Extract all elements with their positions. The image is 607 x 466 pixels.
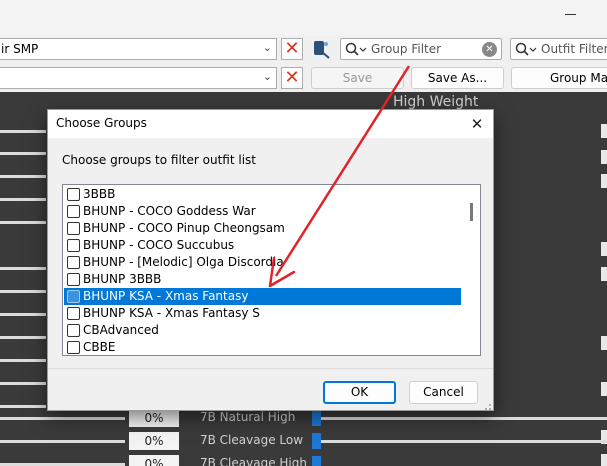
annotation-arrow-icon	[268, 65, 411, 288]
